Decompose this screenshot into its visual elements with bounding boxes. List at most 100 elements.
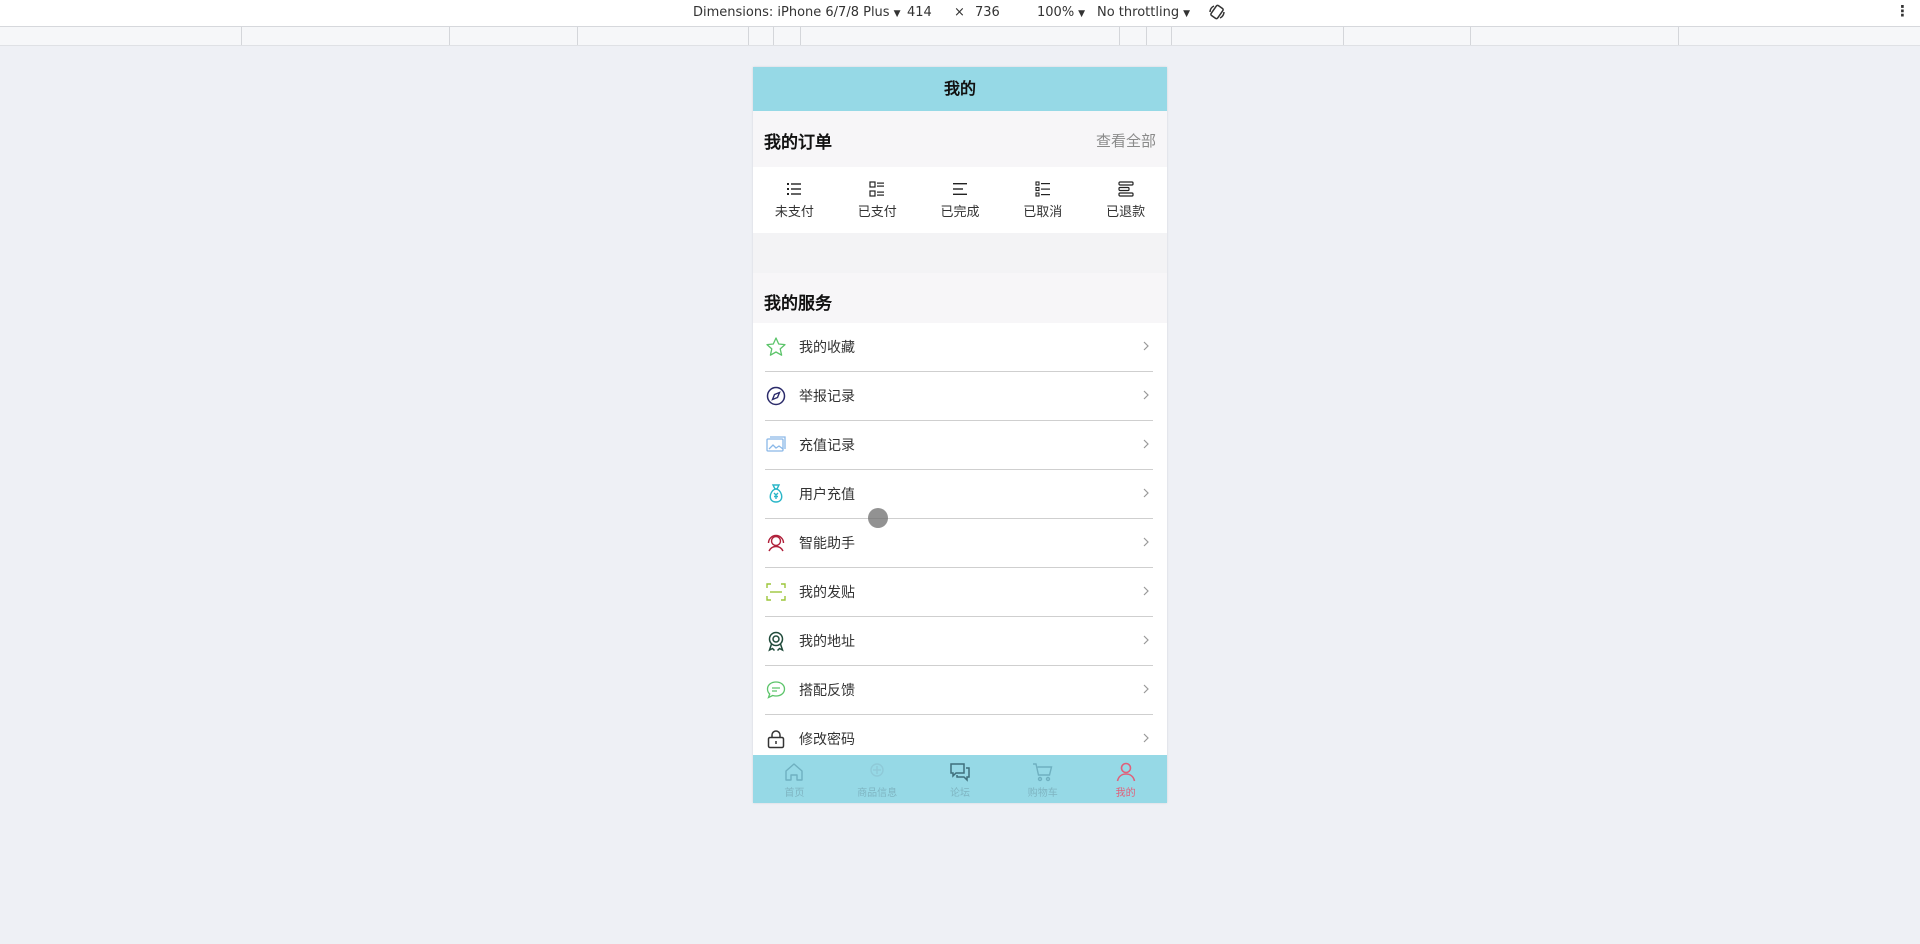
tab-label: 购物车 [1027,787,1058,799]
throttling-label: No throttling [1097,5,1180,20]
ruler-tick [1171,27,1172,45]
chevron-down-icon: ▼ [1078,9,1086,19]
order-cancelled[interactable]: 已取消 [1001,167,1084,233]
chevron-down-icon: ▼ [1183,9,1190,19]
order-label: 已完成 [940,205,980,220]
ruler-tick [1119,27,1120,45]
align-left-icon [952,183,967,195]
zoom-label: 100% [1037,5,1075,20]
orders-header: 我的订单 查看全部 [753,111,1167,167]
media-query-ruler [0,27,1920,46]
user-icon [1116,762,1135,781]
tab-label: 论坛 [949,787,970,799]
order-unpaid[interactable]: 未支付 [753,167,836,233]
device-toolbar: Dimensions: iPhone 6/7/8 Plus ▼ 414 × 736… [0,0,1920,27]
tab-forum[interactable]: 论坛 [919,755,1002,803]
orders-title: 我的订单 [764,133,832,153]
services-list: 我的收藏 举报记录 充值记录 用户充值 智能助手 我的发贴 我的地址 搭配反馈 … [753,323,1167,764]
phone-viewport: 我的 我的订单 查看全部 未支付 已支付 已完成 已取消 已退款 我的服务 我的… [753,67,1167,803]
checklist-icon [1035,181,1050,197]
page-title: 我的 [753,67,1167,111]
list-icon [787,183,802,195]
device-select-label: Dimensions: iPhone 6/7/8 Plus [693,5,890,20]
service-label: 我的收藏 [799,340,855,356]
section-gap [753,233,1167,273]
order-completed[interactable]: 已完成 [919,167,1002,233]
service-label: 我的发贴 [799,585,855,601]
stack-icon [1117,181,1134,197]
ruler-tick [577,27,578,45]
home-icon [785,762,804,781]
ruler-tick [748,27,749,45]
service-label: 充值记录 [799,438,855,454]
chevron-right-icon [1143,439,1149,449]
badge-icon [768,631,784,652]
service-reports[interactable]: 举报记录 [765,372,1153,421]
ruler-tick [1678,27,1679,45]
service-recharge[interactable]: 用户充值 [765,470,1153,519]
service-feedback[interactable]: 搭配反馈 [765,666,1153,715]
rotate-icon[interactable] [1208,3,1226,25]
service-assistant[interactable]: 智能助手 [765,519,1153,568]
tab-products[interactable]: 商品信息 [836,755,919,803]
service-label: 智能助手 [799,536,855,552]
agent-icon [767,534,785,552]
order-status-row: 未支付 已支付 已完成 已取消 已退款 [753,167,1167,233]
ruler-tick [800,27,801,45]
product-icon [870,762,884,777]
device-select[interactable]: Dimensions: iPhone 6/7/8 Plus ▼ [693,5,901,20]
cart-icon [1032,762,1053,781]
tab-home[interactable]: 首页 [753,755,836,803]
tab-mine[interactable]: 我的 [1084,755,1167,803]
scan-icon [766,583,786,601]
forum-icon [950,762,970,782]
chevron-down-icon: ▼ [893,9,901,19]
compass-icon [766,386,786,406]
tab-label: 我的 [1115,787,1136,799]
chevron-right-icon [1143,635,1149,645]
view-all-link[interactable]: 查看全部 [1096,130,1156,151]
chevron-right-icon [1143,537,1149,547]
ruler-tick [241,27,242,45]
image-card-icon [766,436,786,452]
tab-label: 首页 [784,787,805,799]
chevron-right-icon [1143,488,1149,498]
order-label: 已支付 [857,205,897,220]
chevron-right-icon [1143,733,1149,743]
order-paid[interactable]: 已支付 [836,167,919,233]
order-label: 已取消 [1023,205,1063,220]
grid-list-icon [869,181,885,197]
ruler-tick [1146,27,1147,45]
ruler-tick [773,27,774,45]
touch-cursor [868,508,888,528]
bottom-tab-bar: 首页 商品信息 论坛 购物车 我的 [753,755,1167,803]
star-icon [766,337,786,356]
service-label: 我的地址 [799,634,855,650]
service-address[interactable]: 我的地址 [765,617,1153,666]
ruler-tick [1343,27,1344,45]
services-header: 我的服务 [753,273,1167,323]
service-label: 举报记录 [799,389,855,405]
service-recharge-records[interactable]: 充值记录 [765,421,1153,470]
more-vertical-icon[interactable]: ⋮ [1895,2,1910,20]
order-label: 已退款 [1106,205,1146,220]
throttling-select[interactable]: No throttling ▼ [1097,5,1190,20]
order-refunded[interactable]: 已退款 [1084,167,1167,233]
width-input[interactable]: 414 [907,5,932,20]
chevron-right-icon [1143,341,1149,351]
height-input[interactable]: 736 [975,5,1000,20]
chevron-right-icon [1143,586,1149,596]
service-my-posts[interactable]: 我的发贴 [765,568,1153,617]
money-bag-icon [769,484,783,503]
services-title: 我的服务 [764,294,832,314]
ruler-tick [1470,27,1471,45]
service-favorites[interactable]: 我的收藏 [765,323,1153,372]
service-label: 修改密码 [799,732,855,748]
chat-bubble-icon [766,681,786,699]
service-label: 搭配反馈 [799,683,855,699]
tab-label: 商品信息 [857,787,898,799]
zoom-select[interactable]: 100% ▼ [1037,5,1085,20]
times-sign: × [954,5,965,20]
order-label: 未支付 [774,205,814,220]
tab-cart[interactable]: 购物车 [1001,755,1084,803]
